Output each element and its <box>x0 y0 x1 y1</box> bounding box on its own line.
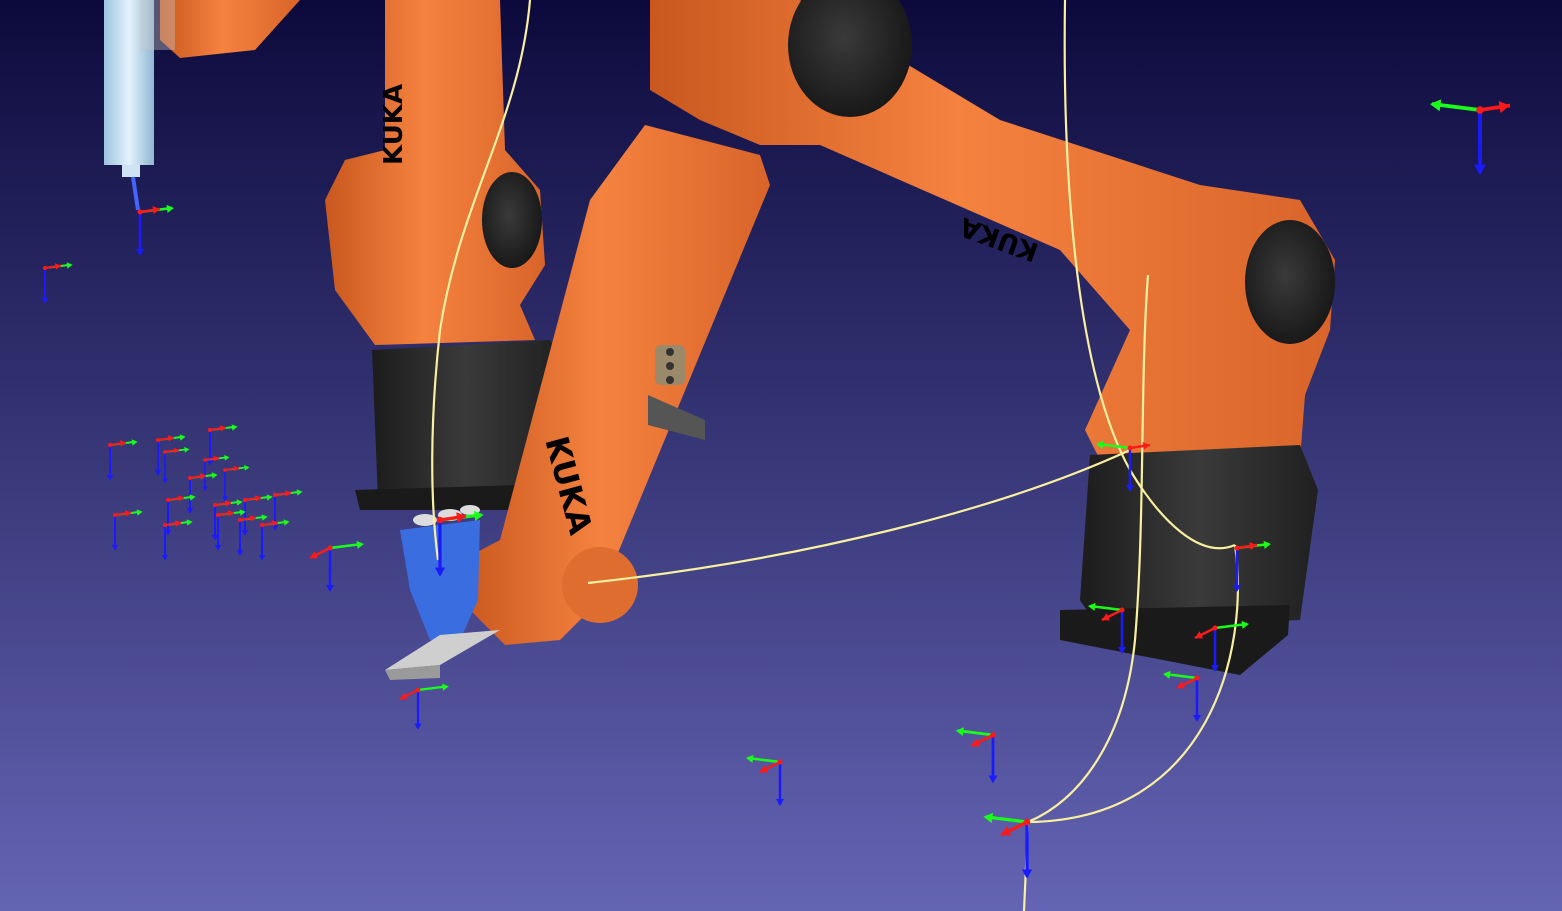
connector-pin <box>666 348 674 356</box>
right-robot-base <box>1080 445 1318 630</box>
middle-arm-wrist-joint <box>562 547 638 623</box>
left-robot-joint-hole <box>482 172 542 268</box>
left-robot-brand-label: KUKA <box>379 84 409 165</box>
spray-tool-nozzle <box>122 165 140 177</box>
3d-viewport[interactable]: KUKA KUKA KUKA <box>0 0 1562 911</box>
connector-pin <box>666 376 674 384</box>
right-robot-elbow-joint-hole <box>1245 220 1335 344</box>
connector-pin <box>666 362 674 370</box>
scene-canvas[interactable]: KUKA KUKA KUKA <box>0 0 1562 911</box>
spray-tool-mount <box>140 0 175 50</box>
